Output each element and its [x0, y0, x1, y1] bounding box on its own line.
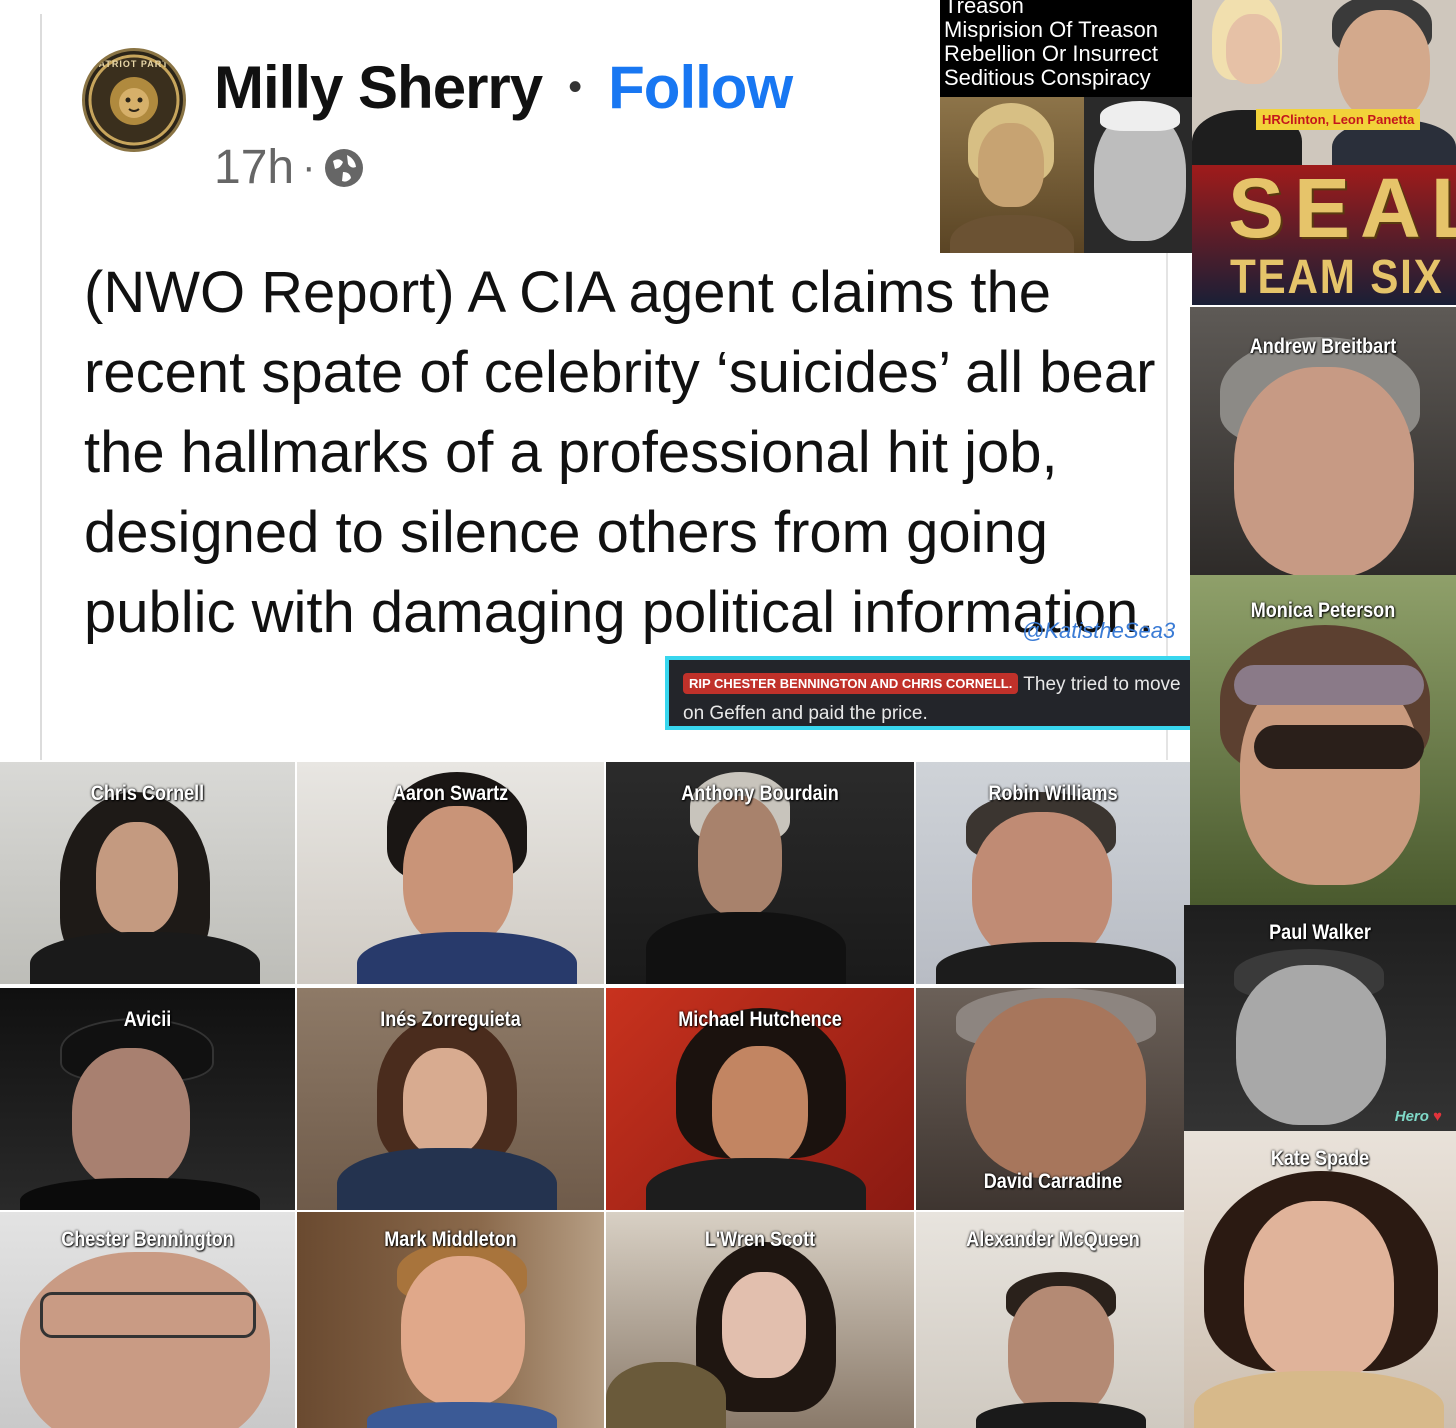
treason-panel: Treason Misprision Of Treason Rebellion …: [940, 0, 1192, 253]
treason-list: Treason Misprision Of Treason Rebellion …: [940, 0, 1192, 90]
side-name: Paul Walker: [1269, 921, 1371, 944]
rip-banner: RIP CHESTER BENNINGTON AND CHRIS CORNELL…: [665, 656, 1215, 730]
author-name[interactable]: Milly Sherry: [214, 53, 543, 122]
side-tile-monica-peterson: Monica Peterson: [1190, 575, 1456, 905]
treason-line: Treason: [944, 0, 1024, 18]
seal-title: SEAL: [1228, 161, 1456, 255]
grid-tile-anthony-bourdain: Anthony Bourdain: [606, 762, 914, 984]
post-body: (NWO Report) A CIA agent claims the rece…: [84, 260, 1156, 645]
post-time[interactable]: 17h: [214, 140, 294, 195]
heart-icon: ♥: [1433, 1108, 1442, 1125]
grid-tile-david-carradine: David Carradine: [916, 988, 1190, 1210]
globe-icon: [323, 147, 365, 189]
sunglasses-shape: [1254, 725, 1424, 769]
grid-tile-robin-williams: Robin Williams: [916, 762, 1190, 984]
grid-name: Avicii: [123, 1008, 172, 1031]
side-tile-paul-walker: Paul Walker Hero ♥: [1184, 905, 1456, 1131]
side-name: Andrew Breitbart: [1249, 335, 1397, 358]
glasses-icon: [40, 1292, 256, 1338]
grid-tile-michael-hutchence: Michael Hutchence: [606, 988, 914, 1210]
grid-name: Chester Bennington: [61, 1228, 234, 1251]
treason-line: Seditious Conspiracy: [944, 65, 1151, 90]
rip-text-line1: They tried to move: [1023, 674, 1181, 695]
side-name: Monica Peterson: [1250, 599, 1396, 622]
grid-name: Inés Zorreguieta: [380, 1008, 521, 1031]
rip-text-line2: on Geffen and paid the price.: [683, 703, 928, 724]
seal-subtitle: TEAM SIX: [1230, 251, 1444, 304]
grid-name: Mark Middleton: [384, 1228, 517, 1251]
grid-tile-lwren-scott: L'Wren Scott: [606, 1212, 914, 1428]
grid-name: Aaron Swartz: [392, 782, 509, 805]
treason-line: Misprision Of Treason: [944, 17, 1158, 42]
side-tile-andrew-breitbart: Andrew Breitbart: [1190, 307, 1456, 575]
watermark: @KatistheSea3: [1022, 618, 1176, 643]
grid-name: Robin Williams: [988, 782, 1118, 805]
grid-tile-chris-cornell: Chris Cornell: [0, 762, 295, 984]
hero-text: Hero: [1394, 1108, 1429, 1125]
seal-panel: HRClinton, Leon Panetta SEAL TEAM SIX: [1192, 0, 1456, 305]
clinton-sepia-photo: [940, 97, 1084, 253]
header-separator: •: [568, 64, 583, 109]
grid-tile-chester-bennington: Chester Bennington: [0, 1212, 295, 1428]
grid-tile-aaron-swartz: Aaron Swartz: [297, 762, 604, 984]
grid-tile-ines-zorreguieta: Inés Zorreguieta: [297, 988, 604, 1210]
post-left-border: [40, 14, 42, 760]
hero-label: Hero ♥: [1395, 1108, 1442, 1125]
grid-name: Anthony Bourdain: [681, 782, 839, 805]
headband-shape: [1234, 665, 1424, 705]
grid-name: Michael Hutchence: [678, 1008, 842, 1031]
avatar-text: PATRIOT PARTY: [92, 59, 176, 69]
grid-name: David Carradine: [983, 1170, 1123, 1193]
grid-name: L'Wren Scott: [704, 1228, 816, 1251]
grid-name: Alexander McQueen: [966, 1228, 1140, 1251]
panetta-photo: [1192, 0, 1456, 165]
side-name: Kate Spade: [1270, 1147, 1370, 1170]
grid-tile-avicii: Avicii: [0, 988, 295, 1210]
grid-name: Chris Cornell: [90, 782, 205, 805]
avatar[interactable]: PATRIOT PARTY: [82, 48, 186, 152]
bw-portrait-photo: [1084, 97, 1192, 253]
post-header: Milly Sherry • Follow: [214, 52, 793, 122]
post-meta: 17h ·: [214, 140, 365, 195]
follow-button[interactable]: Follow: [608, 53, 793, 122]
meta-dot: ·: [302, 145, 316, 189]
treason-line: Rebellion Or Insurrect: [944, 41, 1158, 66]
rip-tag: RIP CHESTER BENNINGTON AND CHRIS CORNELL…: [683, 673, 1019, 694]
side-tile-kate-spade: Kate Spade: [1184, 1131, 1456, 1428]
grid-tile-alexander-mcqueen: Alexander McQueen: [916, 1212, 1190, 1428]
grid-tile-mark-middleton: Mark Middleton: [297, 1212, 604, 1428]
seal-tag: HRClinton, Leon Panetta: [1256, 109, 1421, 130]
